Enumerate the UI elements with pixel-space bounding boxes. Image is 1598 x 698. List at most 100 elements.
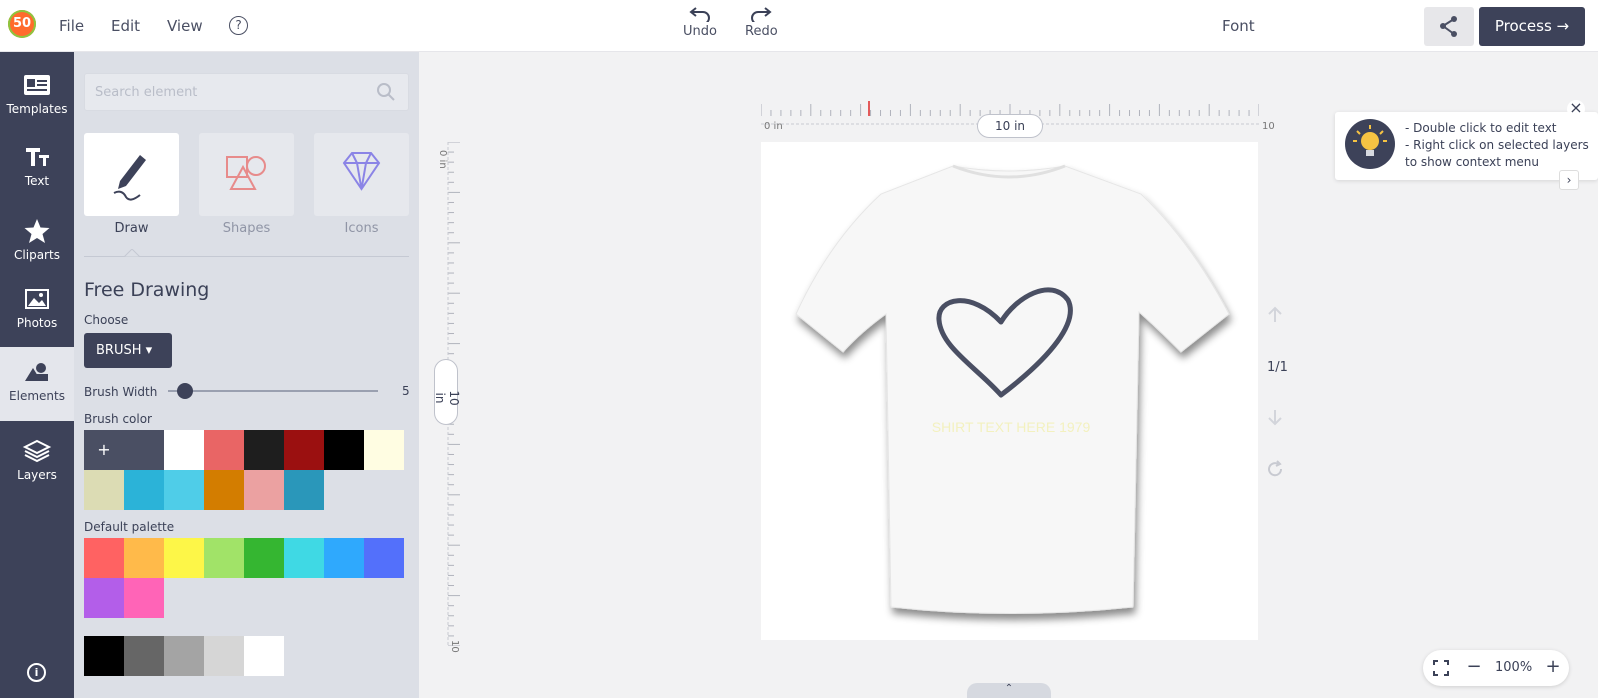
pen-icon — [113, 155, 146, 201]
brush-width-slider[interactable] — [168, 390, 378, 392]
sidebar-item-templates[interactable]: Templates — [0, 60, 74, 130]
default-palette-label: Default palette — [84, 520, 175, 534]
move-down-icon[interactable] — [1266, 408, 1284, 426]
zoom-out-button[interactable]: − — [1464, 656, 1484, 677]
menu-view[interactable]: View — [167, 17, 203, 35]
menu-file[interactable]: File — [59, 17, 84, 35]
tool-shapes[interactable] — [199, 133, 294, 216]
caret-down-icon: ▾ — [145, 343, 153, 358]
brush-color-swatch[interactable] — [164, 470, 204, 510]
ruler-h-end: 10 — [1262, 121, 1275, 132]
palette-color-swatch[interactable] — [124, 578, 164, 618]
search-input[interactable]: Search element — [84, 73, 409, 111]
app-logo[interactable]: 50 — [8, 10, 36, 38]
sidebar-label: Text — [24, 174, 50, 188]
layers-icon — [22, 439, 52, 463]
tool-draw[interactable] — [84, 133, 179, 216]
palette-color-swatch[interactable] — [84, 538, 124, 578]
active-tool-caret — [124, 249, 140, 257]
gray-color-swatch[interactable] — [84, 636, 124, 676]
zoom-in-button[interactable]: + — [1543, 656, 1563, 677]
palette-color-swatch[interactable] — [84, 578, 124, 618]
sidebar-item-text[interactable]: Text — [0, 132, 74, 202]
move-up-icon[interactable] — [1266, 306, 1284, 324]
fullscreen-icon[interactable] — [1432, 659, 1450, 677]
sidebar-label: Layers — [17, 468, 57, 482]
brush-color-swatch[interactable] — [244, 470, 284, 510]
undo-icon — [689, 7, 710, 22]
redo-label: Redo — [745, 24, 778, 39]
elements-icon — [25, 363, 48, 381]
tool-icons[interactable] — [314, 133, 409, 216]
brush-color-swatch[interactable] — [84, 470, 124, 510]
palette-color-swatch[interactable] — [124, 538, 164, 578]
palette-color-swatch[interactable] — [324, 538, 364, 578]
artboard[interactable]: SHIRT TEXT HERE 1979 — [761, 142, 1258, 640]
palette-color-swatch[interactable] — [204, 538, 244, 578]
brush-dropdown[interactable]: BRUSH ▾ — [84, 333, 172, 368]
brush-color-swatch[interactable] — [204, 430, 244, 470]
palette-color-swatch[interactable] — [164, 538, 204, 578]
choose-label: Choose — [84, 313, 129, 327]
close-icon[interactable]: × — [1567, 100, 1585, 118]
gray-color-swatch[interactable] — [244, 636, 284, 676]
templates-icon — [24, 75, 50, 95]
brush-label: BRUSH — [96, 343, 142, 358]
tip-popup: - Double click to edit text - Right clic… — [1335, 112, 1598, 180]
gray-color-swatch[interactable] — [204, 636, 244, 676]
brush-color-swatch[interactable] — [244, 430, 284, 470]
photos-icon — [25, 289, 49, 309]
sidebar-item-layers[interactable]: Layers — [0, 426, 74, 496]
panel-heading: Free Drawing — [84, 279, 210, 301]
ruler-h-start: 0 in — [764, 121, 783, 132]
sidebar-label: Templates — [6, 102, 68, 116]
brush-width-handle[interactable] — [176, 383, 193, 399]
gray-color-swatch[interactable] — [164, 636, 204, 676]
search-icon[interactable] — [376, 82, 396, 102]
brush-color-label: Brush color — [84, 412, 152, 426]
sidebar-label: Elements — [9, 389, 65, 403]
brush-color-swatch[interactable] — [284, 470, 324, 510]
shapes-icon — [226, 156, 266, 190]
brush-color-swatch[interactable] — [284, 430, 324, 470]
brush-color-swatch[interactable] — [324, 430, 364, 470]
sidebar-item-elements[interactable]: Elements — [0, 347, 74, 421]
lightbulb-icon — [1345, 119, 1395, 169]
process-button[interactable]: Process → — [1479, 7, 1585, 46]
brush-color-swatch[interactable] — [124, 430, 164, 470]
brush-width-value: 5 — [402, 384, 410, 398]
sidebar-item-cliparts[interactable]: Cliparts — [0, 206, 74, 276]
gray-color-swatch[interactable] — [124, 636, 164, 676]
redo-button[interactable]: Redo — [745, 6, 778, 39]
add-color-button[interactable]: + — [84, 430, 124, 470]
palette-color-swatch[interactable] — [244, 538, 284, 578]
chevron-right-icon[interactable]: › — [1559, 170, 1579, 190]
tool-label-shapes: Shapes — [222, 221, 271, 236]
font-menu[interactable]: Font — [1222, 17, 1255, 35]
page-counter: 1/1 — [1267, 360, 1288, 375]
info-icon[interactable]: i — [27, 663, 46, 682]
brush-color-swatch[interactable] — [124, 470, 164, 510]
tool-label-draw: Draw — [114, 221, 149, 236]
tip-line-2: - Right click on selected layers to show… — [1405, 138, 1589, 169]
brush-width-label: Brush Width — [84, 385, 158, 399]
brush-color-swatch[interactable] — [364, 430, 404, 470]
brush-color-swatch[interactable] — [204, 470, 244, 510]
width-dimension[interactable]: 10 in — [977, 114, 1043, 138]
palette-color-swatch[interactable] — [284, 538, 324, 578]
menu-edit[interactable]: Edit — [111, 17, 140, 35]
left-sidebar: Templates Text Cliparts Photos Elements … — [0, 52, 74, 698]
height-dimension[interactable]: 10 in — [433, 359, 461, 425]
sidebar-label: Photos — [16, 316, 58, 330]
tshirt-image[interactable]: SHIRT TEXT HERE 1979 — [761, 142, 1258, 640]
zoom-value: 100% — [1495, 660, 1533, 675]
brush-color-swatch[interactable] — [164, 430, 204, 470]
palette-color-swatch[interactable] — [364, 538, 404, 578]
help-icon[interactable]: ? — [229, 16, 248, 35]
tool-label-icons: Icons — [344, 221, 379, 236]
undo-button[interactable]: Undo — [683, 6, 717, 39]
expand-pages-tab[interactable]: ⌃ — [967, 683, 1051, 698]
sidebar-item-photos[interactable]: Photos — [0, 274, 74, 344]
refresh-icon[interactable] — [1266, 460, 1284, 478]
share-button[interactable] — [1424, 7, 1474, 46]
